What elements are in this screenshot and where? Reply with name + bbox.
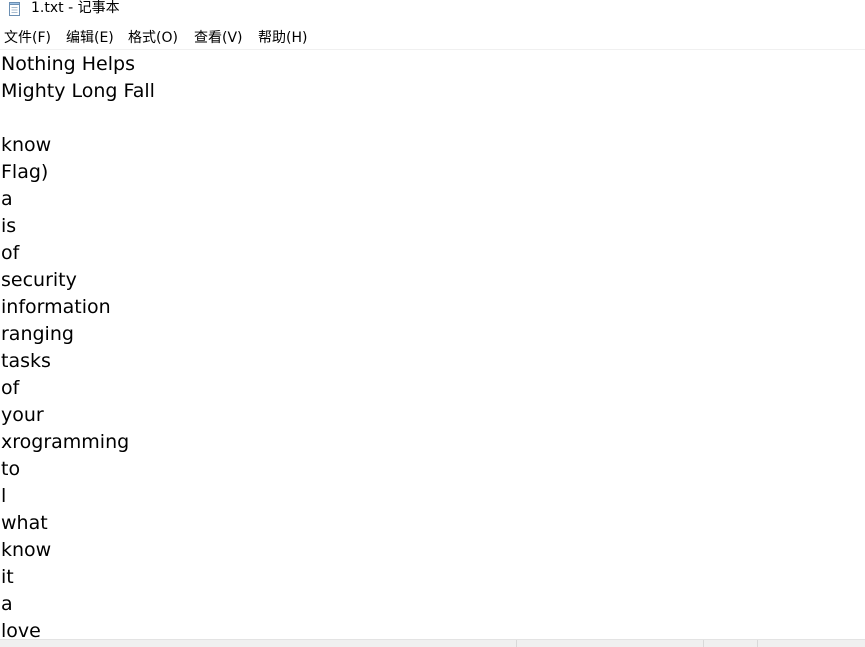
title-bar: 1.txt - 记事本 [0, 0, 865, 18]
menu-format[interactable]: 格式(O) [128, 29, 178, 47]
menu-divider [0, 49, 865, 50]
document-text[interactable]: Nothing Helps Mighty Long Fall know Flag… [1, 51, 155, 639]
menu-edit[interactable]: 编辑(E) [66, 29, 114, 47]
menu-file[interactable]: 文件(F) [4, 29, 51, 47]
text-editor-area[interactable]: Nothing Helps Mighty Long Fall know Flag… [0, 51, 865, 639]
status-bar [0, 639, 865, 647]
window-title: 1.txt - 记事本 [31, 0, 120, 16]
notepad-icon [9, 1, 21, 16]
status-separator [703, 640, 704, 647]
status-separator [757, 640, 758, 647]
menu-bar: 文件(F) 编辑(E) 格式(O) 查看(V) 帮助(H) [0, 27, 865, 49]
menu-help[interactable]: 帮助(H) [258, 29, 307, 47]
menu-view[interactable]: 查看(V) [194, 29, 243, 47]
status-separator [516, 640, 517, 647]
